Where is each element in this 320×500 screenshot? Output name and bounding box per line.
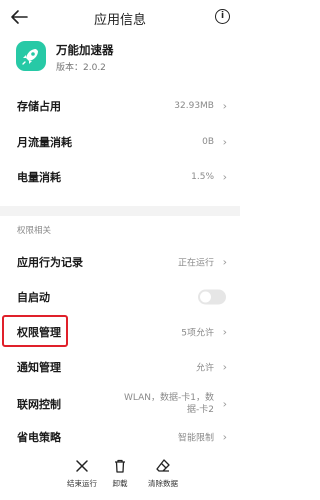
close-icon [76,460,88,472]
data-usage-label: 月流量消耗 [17,136,72,149]
network-row[interactable]: 联网控制 WLAN，数据-卡1，数 据-卡2 › [0,387,240,421]
power-value: 智能限制 [177,433,214,444]
highlight-box [2,315,68,347]
app-version: 版本：2.0.2 [56,63,106,73]
app-name: 万能加速器 [56,43,114,57]
trash-icon [115,459,125,473]
rocket-icon [22,49,38,65]
app-icon [16,41,46,71]
network-value: WLAN，数据-卡1，数 据-卡2 [124,392,214,416]
behavior-value: 正在运行 [177,258,214,269]
chevron-right-icon: › [222,430,227,444]
chevron-right-icon: › [222,170,227,184]
chevron-right-icon: › [222,325,227,339]
section-divider [0,206,240,216]
storage-row[interactable]: 存储占用 32.93MB › [0,89,240,123]
notifications-value: 允许 [195,363,214,374]
chevron-right-icon: › [222,255,227,269]
data-usage-row[interactable]: 月流量消耗 0B › [0,125,240,159]
chevron-right-icon: › [222,135,227,149]
info-icon[interactable]: i [215,9,230,24]
autostart-row: 自启动 [0,280,240,314]
chevron-right-icon: › [222,360,227,374]
behavior-row[interactable]: 应用行为记录 正在运行 › [0,245,240,279]
page-title: 应用信息 [93,13,146,28]
notifications-row[interactable]: 通知管理 允许 › [0,350,240,384]
permissions-value: 5项允许 [181,328,214,339]
storage-value: 32.93MB [174,101,214,111]
behavior-label: 应用行为记录 [17,256,83,269]
chevron-right-icon: › [222,397,227,411]
chevron-right-icon: › [222,99,227,113]
bottom-action-bar: 结束运行 卸载 清除数据 [0,448,240,500]
app-header: 万能加速器 版本：2.0.2 [0,36,240,80]
data-usage-value: 0B [202,137,214,147]
power-label: 省电策略 [17,431,61,444]
network-label: 联网控制 [17,398,61,411]
header: 应用信息 i [0,0,240,34]
autostart-label: 自启动 [17,291,50,304]
battery-value: 1.5% [191,172,214,182]
battery-label: 电量消耗 [17,171,61,184]
network-value-line1: WLAN，数据-卡1，数 [124,393,214,403]
storage-label: 存储占用 [17,100,61,113]
autostart-toggle[interactable] [198,289,226,305]
notifications-label: 通知管理 [17,361,61,374]
section-title: 权限相关 [17,226,52,236]
toggle-knob [200,291,211,303]
eraser-icon [156,459,170,472]
network-value-line2: 据-卡2 [187,405,214,415]
clear-data-button[interactable]: 清除数据 [138,458,188,489]
battery-row[interactable]: 电量消耗 1.5% › [0,160,240,194]
clear-data-label: 清除数据 [148,479,178,488]
